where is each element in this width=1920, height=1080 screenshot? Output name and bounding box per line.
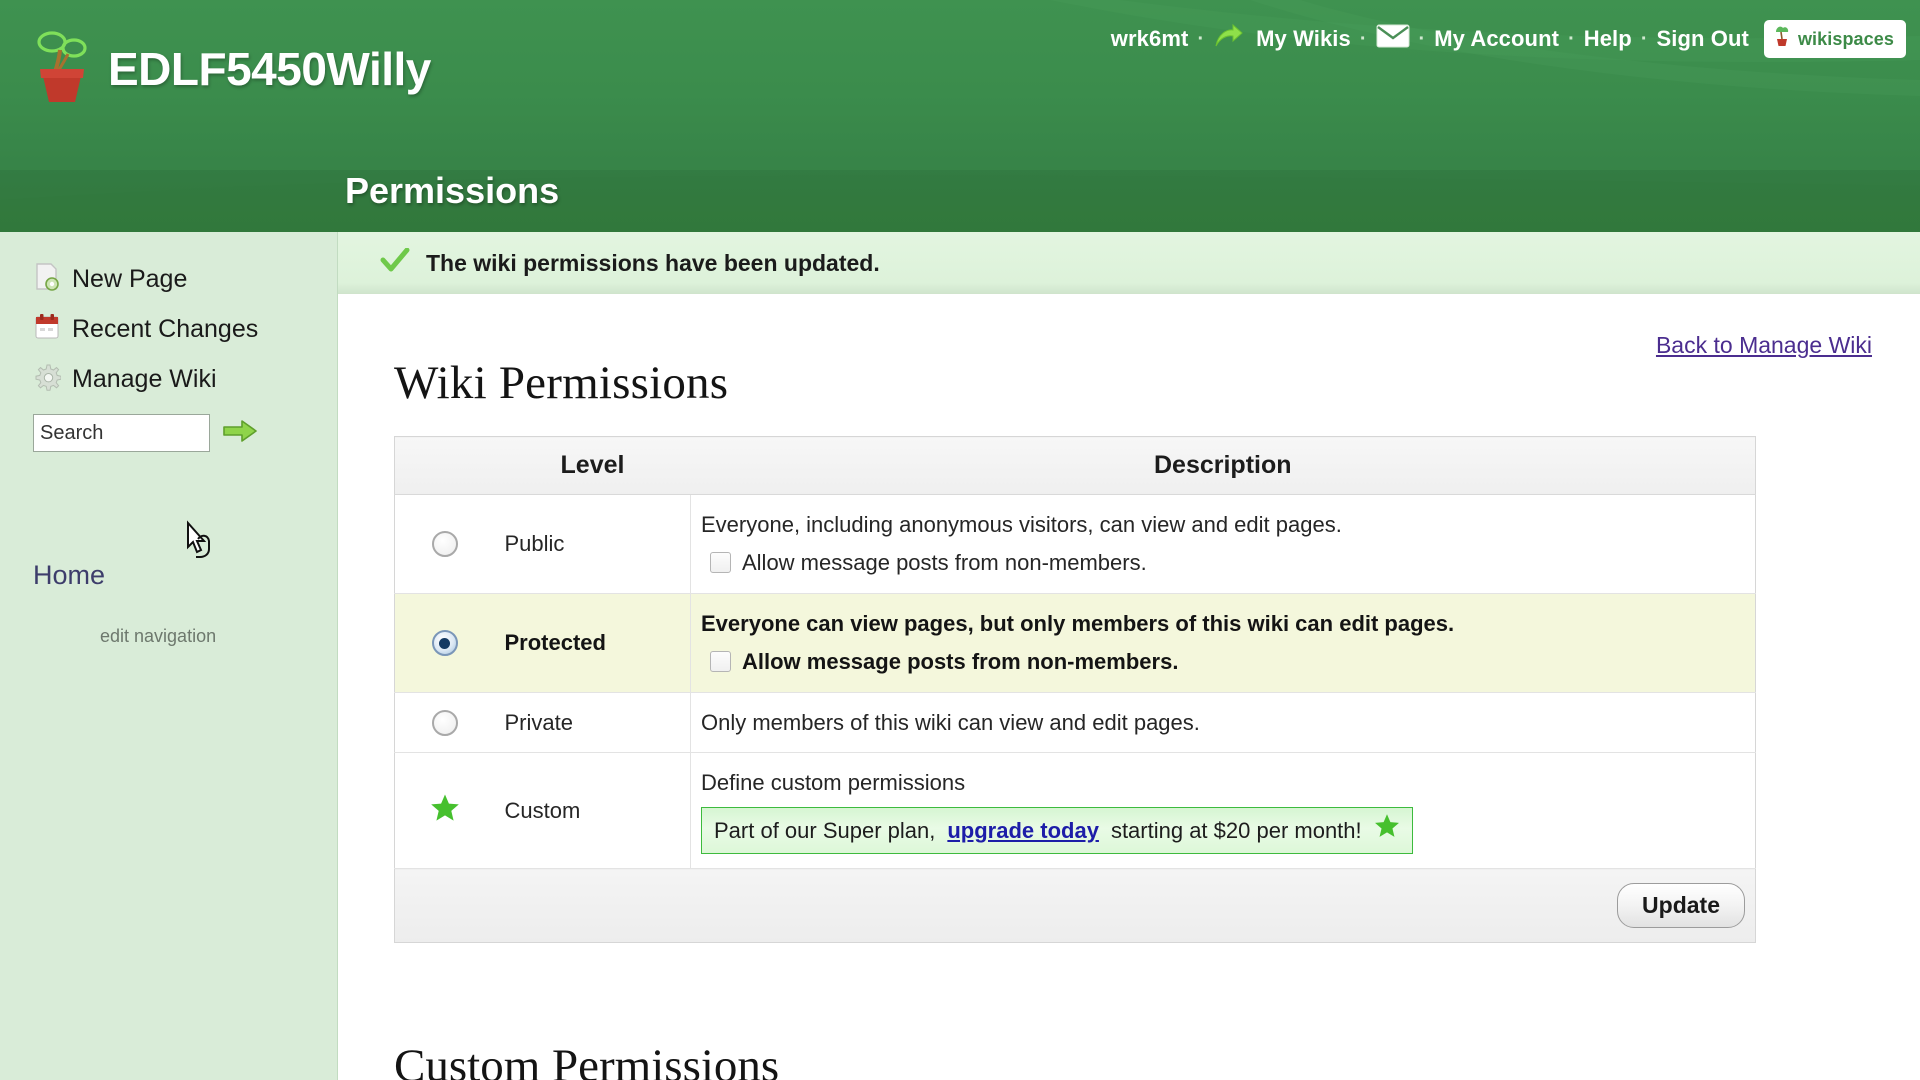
checkbox-allow-posts-public[interactable]	[710, 552, 731, 574]
column-header-level: Level	[494, 436, 691, 495]
green-star-icon	[1374, 813, 1400, 848]
upgrade-today-link[interactable]: upgrade today	[947, 815, 1099, 847]
row-level-label: Protected	[494, 592, 691, 693]
nav-sign-out[interactable]: Sign Out	[1656, 26, 1748, 52]
sidebar-item-home[interactable]: Home	[33, 560, 105, 590]
sidebar-search[interactable]	[0, 404, 337, 452]
row-select-cell[interactable]	[394, 691, 495, 753]
row-description-text: Define custom permissions	[701, 770, 966, 796]
sidebar-item-new-page[interactable]: New Page	[0, 254, 337, 304]
row-description: Define custom permissions Part of our Su…	[690, 752, 1756, 869]
wikispaces-logo-button[interactable]: wikispaces	[1763, 20, 1906, 58]
username-label: wrk6mt	[1110, 26, 1189, 51]
upgrade-banner[interactable]: Part of our Super plan, upgrade today st…	[701, 807, 1413, 855]
table-row[interactable]: Private Only members of this wiki can vi…	[394, 691, 1756, 753]
custom-permissions-heading: Custom Permissions	[394, 1040, 780, 1080]
row-description: Only members of this wiki can view and e…	[690, 691, 1756, 753]
new-page-icon	[33, 262, 61, 297]
flash-message: The wiki permissions have been updated.	[338, 232, 1920, 294]
update-button[interactable]: Update	[1617, 883, 1745, 929]
nav-separator: ·	[1197, 27, 1205, 50]
nav-separator: ·	[1640, 27, 1648, 50]
wikispaces-logo-text: wikispaces	[1797, 28, 1894, 49]
radio-protected[interactable]	[431, 630, 458, 657]
nav-separator: ·	[1568, 27, 1575, 50]
top-navigation[interactable]: wrk6mt · My Wikis · · My Account · Help …	[1111, 20, 1906, 58]
allow-posts-row[interactable]: Allow message posts from non-members.	[701, 646, 1745, 678]
calendar-icon	[33, 312, 61, 347]
potted-plant-icon	[30, 28, 94, 109]
radio-private[interactable]	[431, 710, 458, 737]
nav-separator: ·	[1359, 27, 1367, 50]
sidebar: New Page Recent Changes Manage Wiki Sear…	[0, 232, 338, 1080]
page-heading: Wiki Permissions	[394, 357, 729, 409]
row-select-cell[interactable]	[394, 752, 495, 869]
main-content: The wiki permissions have been updated. …	[338, 232, 1920, 1080]
checkbox-label: Allow message posts from non-members.	[742, 648, 1179, 674]
row-select-cell[interactable]	[394, 494, 495, 594]
gear-icon	[33, 362, 62, 397]
table-row[interactable]: Custom Define custom permissions Part of…	[394, 752, 1756, 869]
upgrade-suffix-text: starting at $20 per month!	[1110, 817, 1362, 843]
row-description: Everyone, including anonymous visitors, …	[690, 494, 1756, 594]
sidebar-item-recent-changes[interactable]: Recent Changes	[0, 304, 337, 354]
sidebar-home-link-wrap: Home	[0, 452, 337, 591]
green-check-icon	[380, 247, 410, 279]
sidebar-item-label: Manage Wiki	[72, 364, 217, 393]
row-description: Everyone can view pages, but only member…	[690, 592, 1756, 693]
nav-my-wikis[interactable]: My Wikis	[1256, 26, 1351, 52]
row-level-label: Private	[494, 691, 691, 753]
sidebar-item-label: Recent Changes	[72, 314, 259, 343]
column-header-select	[394, 436, 495, 495]
upgrade-prefix-text: Part of our Super plan,	[714, 817, 936, 843]
table-footer-cell: Update	[394, 868, 1756, 943]
arrow-curve-icon	[1213, 23, 1243, 55]
wiki-brand[interactable]: EDLF5450Willy	[30, 28, 431, 109]
row-level-label: Custom	[494, 752, 691, 869]
green-star-icon[interactable]	[430, 793, 460, 829]
envelope-icon[interactable]	[1376, 24, 1410, 54]
wikispaces-logo-icon	[1772, 25, 1792, 53]
search-input[interactable]	[33, 414, 210, 452]
page-title: Permissions	[345, 170, 560, 211]
nav-my-account[interactable]: My Account	[1434, 26, 1559, 52]
checkbox-label: Allow message posts from non-members.	[742, 549, 1147, 575]
table-row[interactable]: Public Everyone, including anonymous vis…	[394, 494, 1756, 594]
green-arrow-icon[interactable]	[222, 417, 258, 450]
edit-navigation-link[interactable]: edit navigation	[0, 591, 337, 647]
row-description-text: Everyone, including anonymous visitors, …	[701, 512, 1342, 537]
row-select-cell[interactable]	[394, 592, 495, 693]
table-footer-row: Update	[394, 868, 1756, 943]
flash-message-text: The wiki permissions have been updated.	[426, 249, 880, 276]
page-title-bar	[0, 170, 1920, 232]
nav-separator: ·	[1418, 27, 1426, 50]
radio-public[interactable]	[431, 531, 458, 558]
row-level-label: Public	[494, 494, 691, 594]
wiki-title: EDLF5450Willy	[108, 42, 431, 95]
column-header-description: Description	[690, 436, 1756, 495]
page-body: New Page Recent Changes Manage Wiki Sear…	[0, 232, 1920, 1080]
site-header: wrk6mt · My Wikis · · My Account · Help …	[0, 0, 1920, 232]
row-description-text: Only members of this wiki can view and e…	[701, 709, 1200, 735]
checkbox-allow-posts-protected[interactable]	[710, 651, 731, 673]
back-to-manage-wiki-link[interactable]: Back to Manage Wiki	[1656, 332, 1872, 359]
table-header-row: Level Description	[394, 436, 1756, 495]
permissions-content: Back to Manage Wiki Wiki Permissions Lev…	[338, 294, 1920, 1080]
sidebar-item-manage-wiki[interactable]: Manage Wiki	[0, 354, 337, 404]
table-row[interactable]: Protected Everyone can view pages, but o…	[394, 592, 1756, 693]
permissions-table: Level Description Public Everyone, inclu…	[394, 436, 1756, 944]
row-description-text: Everyone can view pages, but only member…	[701, 610, 1455, 636]
sidebar-item-label: New Page	[72, 264, 188, 293]
allow-posts-row[interactable]: Allow message posts from non-members.	[701, 547, 1745, 579]
nav-help[interactable]: Help	[1584, 26, 1632, 52]
